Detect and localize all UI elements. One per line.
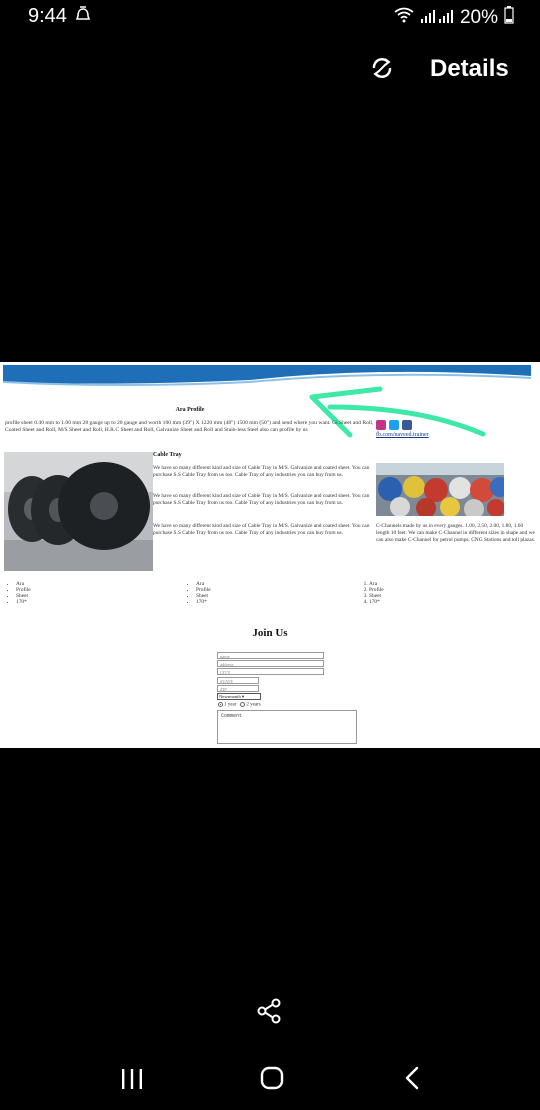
status-time: 9:44 [28, 5, 67, 27]
battery-text: 20% [459, 7, 498, 28]
recents-icon[interactable] [120, 1068, 144, 1095]
sync-icon[interactable] [368, 54, 396, 87]
viewer-top-bar: Details [0, 48, 540, 92]
comment-textarea[interactable]: Comment [217, 710, 357, 744]
address-field[interactable]: address [217, 660, 324, 667]
cable-tray-paragraph: We have so many different kind and size … [153, 465, 370, 478]
alarm-icon [75, 6, 91, 29]
twitter-icon[interactable] [389, 420, 399, 430]
instagram-icon[interactable] [376, 420, 386, 430]
zip-field[interactable]: ZIP [217, 685, 259, 692]
cable-tray-paragraph: We have so many different kind and size … [153, 523, 370, 536]
select-value: Newsmonth [219, 694, 241, 699]
cable-tray-title: Cable Tray [153, 452, 182, 458]
page-heading: Ara Profile [175, 407, 205, 413]
radio-label: 1 year [224, 702, 237, 708]
city-field[interactable]: CITY [217, 668, 324, 675]
facebook-link[interactable]: fb.com/naveed.trainer [376, 432, 429, 438]
list-item: 170* [369, 599, 384, 605]
signal-icon [420, 7, 454, 29]
list-item: 170* [16, 599, 31, 605]
details-button[interactable]: Details [430, 55, 509, 83]
name-field[interactable]: name [217, 652, 324, 659]
cable-tray-paragraph: We have so many different kind and size … [153, 493, 370, 506]
radio-label: 2 years [246, 702, 261, 708]
screenshot-image: Ara Profile profile sheet 0.40 mm to 1.0… [0, 362, 540, 748]
radio-button[interactable] [240, 702, 246, 707]
painted-coils-image [376, 463, 504, 516]
social-icons [376, 420, 412, 430]
duration-radio-group: 1 year 2 years [218, 702, 261, 708]
status-indicators: 20% [394, 6, 514, 30]
back-icon[interactable] [404, 1066, 420, 1095]
home-icon[interactable] [260, 1066, 284, 1095]
navigation-bar [0, 1050, 540, 1110]
wifi-icon [394, 7, 414, 29]
intro-text: profile sheet 0.40 mm to 1.00 mm 28 gaug… [5, 420, 374, 433]
radio-option-2-years[interactable]: 2 years [240, 702, 261, 708]
battery-icon [504, 6, 514, 30]
steel-coils-image [4, 452, 153, 571]
state-field[interactable]: STATE [217, 677, 259, 684]
subscription-select[interactable]: Newsmonth ▾ [217, 693, 261, 700]
radio-button[interactable] [218, 702, 223, 707]
list-item: 170* [196, 599, 211, 605]
status-bar: 9:44 20% [0, 0, 540, 36]
radio-option-1-year[interactable]: 1 year [218, 702, 236, 708]
facebook-icon[interactable] [402, 420, 412, 430]
bullet-list: Ara Profile Sheet 170* [4, 581, 31, 605]
share-icon[interactable] [256, 997, 284, 1030]
numbered-list: Ara Profile Sheet 170* [356, 581, 384, 605]
c-channel-text: C-Channels made by us in every gauges. 1… [376, 523, 536, 543]
bullet-list: Ara Profile Sheet 170* [184, 581, 211, 605]
join-us-title: Join Us [252, 627, 288, 639]
